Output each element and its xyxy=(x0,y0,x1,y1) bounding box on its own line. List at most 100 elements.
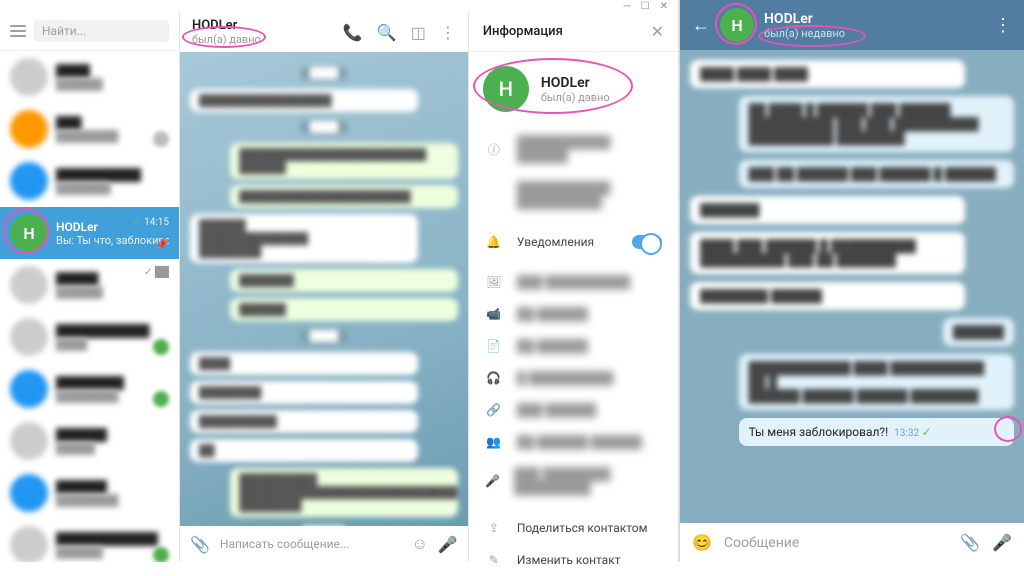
date-chip: ████ xyxy=(300,66,348,81)
info-username-row[interactable]: █████████████████████ xyxy=(469,172,678,218)
profile-name: HODLer xyxy=(541,75,610,91)
message-bubble-in: ████████ xyxy=(190,381,418,404)
mobile-bubble-out: ███ ██ ██████ ███ ██████ █ ██████ xyxy=(739,160,1014,188)
double-check-icon: ✓ xyxy=(132,215,141,228)
window-titlebar: ─ ☐ ✕ xyxy=(0,0,678,12)
mobile-contact-avatar[interactable]: H xyxy=(720,8,754,42)
chat-list-item-active[interactable]: H HODLer Вы: Ты что, заблокиров... ✓ 14:… xyxy=(0,207,179,259)
close-icon[interactable]: ✕ xyxy=(651,22,664,41)
sidebar-toggle-icon[interactable]: ◫ xyxy=(411,23,426,42)
message-bubble-out: ██████ xyxy=(230,298,458,321)
highlight-annotation xyxy=(994,416,1022,442)
date-chip: ████ xyxy=(300,329,348,344)
share-icon: ⇪ xyxy=(485,521,503,535)
sticker-icon[interactable]: 😊 xyxy=(692,533,712,552)
attach-icon[interactable]: 📎 xyxy=(190,535,210,554)
chat-list-item[interactable]: █████████████████ xyxy=(0,155,179,207)
contact-avatar: H xyxy=(10,214,48,252)
message-bubble-in: ████ xyxy=(190,352,418,375)
mobile-bubble-out: ████████████ ████ ███████████ ██ ███████… xyxy=(739,354,1014,410)
info-media-photos[interactable]: 🖼███ ██████████ xyxy=(469,266,678,298)
info-media-audio[interactable]: 🎧█ ██████████ xyxy=(469,362,678,394)
mobile-bubble-in: ███████ xyxy=(690,196,965,224)
edit-contact-label: Изменить контакт xyxy=(517,553,621,567)
chat-time: ✓ 14:15 xyxy=(132,215,169,228)
mobile-header: ← H HODLer был(а) недавно ⋮ xyxy=(680,0,1024,50)
mobile-message-time: 13:32 xyxy=(894,428,919,439)
mic-icon: 🎤 xyxy=(485,474,500,488)
hamburger-menu-icon[interactable] xyxy=(10,25,26,37)
message-bubble-in: ████████████████████████████ xyxy=(190,214,418,263)
mobile-bubble-out-last: Ты меня заблокировал?! 13:32 ✓ xyxy=(739,418,1014,446)
chat-list-item[interactable]: ███████████████ xyxy=(0,311,179,363)
image-icon: 🖼 xyxy=(485,275,503,289)
mobile-contact-name: HODLer xyxy=(764,11,845,27)
mobile-message-list: ████ ████ ████ ██ ████ █ ██████ ███ ████… xyxy=(680,50,1024,523)
conversation-header: HODLer был(а) давно 📞 🔍 ◫ ⋮ xyxy=(180,12,468,52)
message-list: ████ █████████████████ ████ ████████████… xyxy=(180,52,468,526)
chat-list-item[interactable]: ██████████ xyxy=(0,51,179,103)
desktop-telegram-window: ─ ☐ ✕ Найти... ██████████ ███████████ ██… xyxy=(0,0,680,562)
chat-list-item[interactable]: ███████████ xyxy=(0,415,179,467)
info-media-videos[interactable]: 📹██ ██████ xyxy=(469,298,678,330)
window-maximize-icon[interactable]: ☐ xyxy=(641,1,650,12)
chat-sidebar: Найти... ██████████ ███████████ ████████… xyxy=(0,12,180,562)
profile-avatar[interactable]: H xyxy=(483,66,529,112)
mobile-bubble-out: ██ ████ █ ██████ ███ ████████████████ ██… xyxy=(739,96,1014,152)
mobile-composer: 😊 Сообщение 📎 🎤 xyxy=(680,523,1024,562)
emoji-icon[interactable]: ☺ xyxy=(412,534,428,554)
search-input[interactable]: Найти... xyxy=(34,20,169,42)
call-icon[interactable]: 📞 xyxy=(343,23,363,42)
mobile-bubble-in: ████ ████ ████ xyxy=(690,60,965,88)
message-bubble-out: ████████████████████████████████████████… xyxy=(230,468,458,517)
share-contact-row[interactable]: ⇪ Поделиться контактом xyxy=(469,512,678,544)
chat-list-item[interactable]: ██████████████ xyxy=(0,467,179,519)
info-media-groups[interactable]: 👥██ ██████ ██████ xyxy=(469,426,678,458)
window-minimize-icon[interactable]: ─ xyxy=(624,1,631,12)
info-media-files[interactable]: 📄██ ██████ xyxy=(469,330,678,362)
chat-list-item[interactable]: ███████████ xyxy=(0,103,179,155)
headphones-icon: 🎧 xyxy=(485,371,503,385)
voice-icon[interactable]: 🎤 xyxy=(992,533,1012,552)
info-phone-row[interactable]: ⓘ█████████████████ xyxy=(469,126,678,172)
voice-icon[interactable]: 🎤 xyxy=(438,535,458,554)
profile-status: был(а) давно xyxy=(541,91,610,104)
pin-icon: 📌 xyxy=(155,238,169,251)
info-media-voice[interactable]: 🎤███ ████████ █████████ xyxy=(469,458,678,504)
chat-list: ██████████ ███████████ █████████████████… xyxy=(0,51,179,562)
attach-icon[interactable]: 📎 xyxy=(960,533,980,552)
message-bubble-in: █████████████████ xyxy=(190,89,418,112)
share-contact-label: Поделиться контактом xyxy=(517,521,648,535)
info-media-links[interactable]: 🔗███ ██████ xyxy=(469,394,678,426)
info-panel-title: Информация xyxy=(483,24,563,39)
more-icon[interactable]: ⋮ xyxy=(994,15,1012,36)
edit-contact-row[interactable]: ✎ Изменить контакт xyxy=(469,544,678,576)
message-bubble-out: ███████ xyxy=(230,269,458,292)
message-bubble-out: ██████████████████████ xyxy=(230,185,458,208)
video-icon: 📹 xyxy=(485,307,503,321)
search-icon[interactable]: 🔍 xyxy=(377,23,397,42)
chat-list-item[interactable]: ███████████✓ ██ xyxy=(0,259,179,311)
chat-list-item[interactable]: ████████████████ xyxy=(0,363,179,415)
notifications-label: Уведомления xyxy=(517,235,594,249)
edit-icon: ✎ xyxy=(485,553,503,567)
message-composer: 📎 Написать сообщение... ☺ 🎤 xyxy=(180,526,468,562)
info-icon: ⓘ xyxy=(485,141,503,158)
chat-list-item[interactable]: ██████████████████ xyxy=(0,519,179,562)
more-icon[interactable]: ⋮ xyxy=(440,23,456,42)
conversation-contact-status: был(а) давно xyxy=(192,33,261,46)
mobile-bubble-in: ████████ ██████ xyxy=(690,282,965,310)
mobile-message-input[interactable]: Сообщение xyxy=(724,535,948,551)
notifications-toggle[interactable] xyxy=(632,235,662,249)
mobile-bubble-in: ████ ███ ██████ █ ████████████████████ █… xyxy=(690,232,965,274)
group-icon: 👥 xyxy=(485,435,503,449)
date-chip: ██████ xyxy=(293,525,356,526)
file-icon: 📄 xyxy=(485,339,503,353)
back-arrow-icon[interactable]: ← xyxy=(692,15,710,36)
chat-preview: Вы: Ты что, заблокиров... xyxy=(56,234,169,247)
single-check-icon: ✓ xyxy=(922,425,932,439)
message-input[interactable]: Написать сообщение... xyxy=(220,537,402,551)
window-close-icon[interactable]: ✕ xyxy=(660,1,668,12)
notifications-row[interactable]: 🔔 Уведомления xyxy=(469,226,678,258)
mobile-message-text: Ты меня заблокировал?! xyxy=(749,425,889,439)
